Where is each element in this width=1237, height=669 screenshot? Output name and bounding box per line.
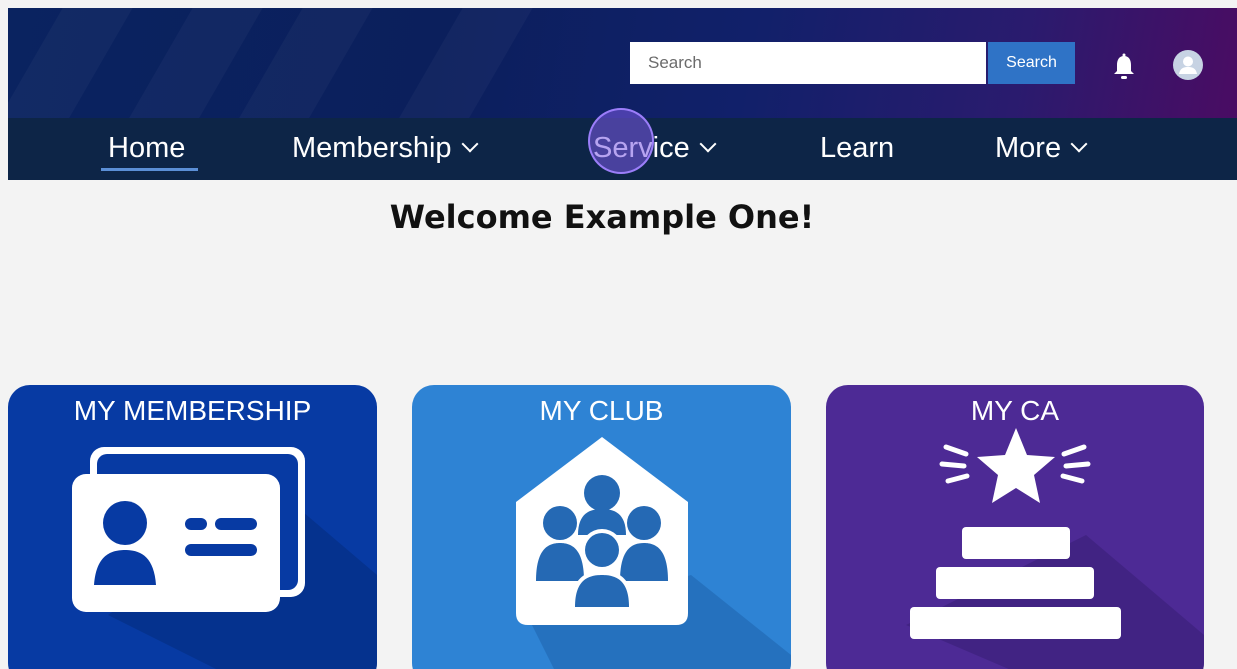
- card-my-ca[interactable]: MY CA: [826, 385, 1204, 669]
- chevron-down-icon: [1070, 135, 1088, 153]
- search-input[interactable]: [630, 42, 986, 84]
- nav-item-label: More: [995, 132, 1062, 164]
- avatar-icon[interactable]: [1173, 50, 1203, 80]
- nav-item-label: Learn: [820, 132, 895, 164]
- active-nav-indicator: [101, 168, 198, 171]
- chevron-down-icon: [461, 135, 479, 153]
- card-title: MY CLUB: [539, 395, 664, 426]
- nav-item-membership[interactable]: Membership: [292, 118, 479, 180]
- welcome-heading: Welcome Example One!: [389, 198, 815, 236]
- card-title: MY CA: [970, 395, 1060, 426]
- chevron-down-icon: [699, 135, 717, 153]
- nav-item-label: Home: [108, 132, 186, 164]
- nav-item-label: Membership: [292, 132, 452, 164]
- click-indicator: [588, 108, 654, 174]
- community-house-icon: [516, 437, 791, 669]
- nav-item-learn[interactable]: Learn: [820, 118, 894, 180]
- card-title: MY MEMBERSHIP: [73, 395, 312, 426]
- page: Search Home Membership Service Learn: [8, 8, 1237, 669]
- search-button[interactable]: Search: [988, 42, 1075, 84]
- star-podium-icon: [906, 428, 1204, 669]
- bell-icon[interactable]: [1112, 53, 1136, 81]
- header-banner: Search: [8, 8, 1237, 118]
- card-my-membership[interactable]: MY MEMBERSHIP: [8, 385, 377, 669]
- id-card-icon: [72, 447, 377, 669]
- nav-item-more[interactable]: More: [995, 118, 1088, 180]
- card-my-club[interactable]: MY CLUB: [412, 385, 791, 669]
